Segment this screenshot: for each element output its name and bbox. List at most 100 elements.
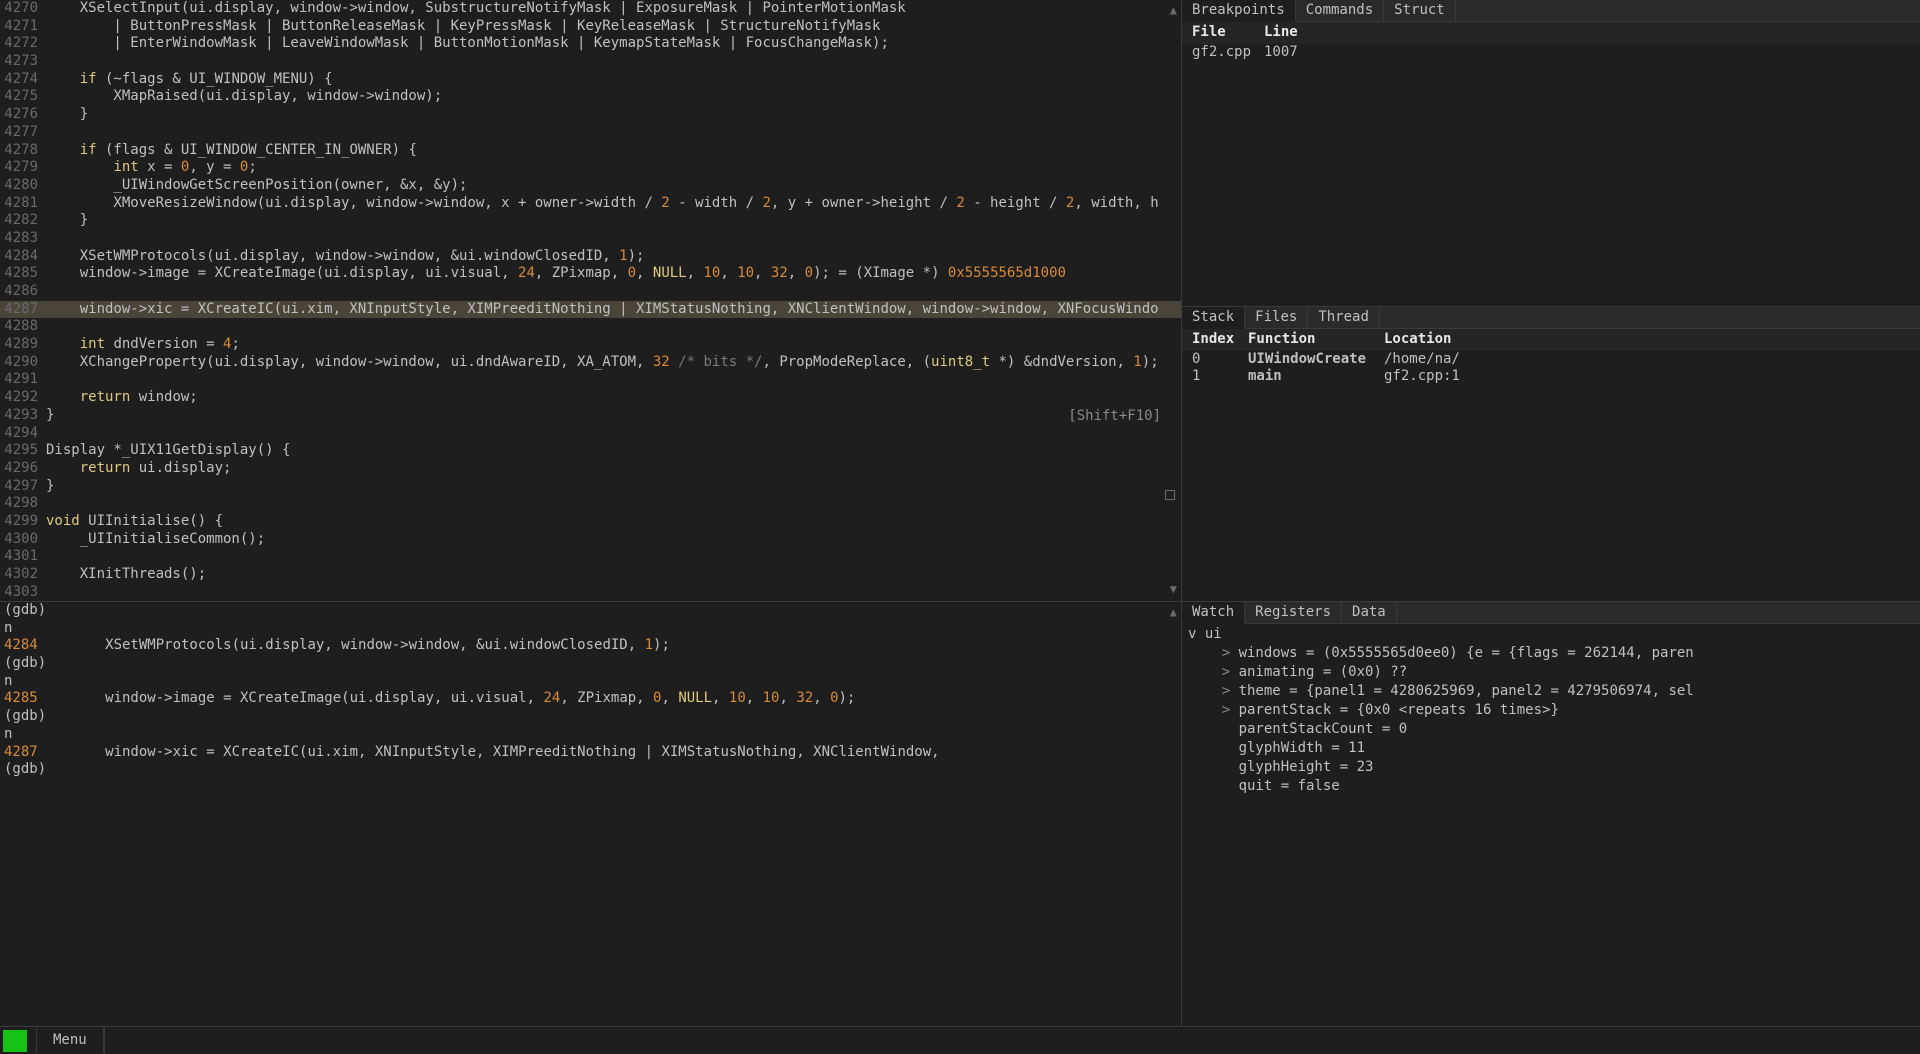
line-number: 4299: [0, 513, 46, 531]
source-line[interactable]: 4291: [0, 371, 1181, 389]
watch-item[interactable]: parentStackCount = 0: [1188, 721, 1914, 740]
line-code: if (flags & UI_WINDOW_CENTER_IN_OWNER) {: [46, 142, 1181, 160]
source-line[interactable]: 4281 XMoveResizeWindow(ui.display, windo…: [0, 195, 1181, 213]
line-code: int dndVersion = 4;: [46, 336, 1181, 354]
watch-item[interactable]: > windows = (0x5555565d0ee0) {e = {flags…: [1188, 645, 1914, 664]
source-line[interactable]: 4284 XSetWMProtocols(ui.display, window-…: [0, 248, 1181, 266]
line-number: 4270: [0, 0, 46, 18]
source-line[interactable]: 4297}: [0, 478, 1181, 496]
line-code: XMoveResizeWindow(ui.display, window->wi…: [46, 195, 1181, 213]
console-scroll-up-icon[interactable]: ▲: [1170, 604, 1177, 622]
source-line[interactable]: 4275 XMapRaised(ui.display, window->wind…: [0, 88, 1181, 106]
source-line[interactable]: 4301: [0, 548, 1181, 566]
scroll-down-icon[interactable]: ▼: [1170, 581, 1177, 599]
source-line[interactable]: 4302 XInitThreads();: [0, 566, 1181, 584]
watch-item[interactable]: quit = false: [1188, 778, 1914, 797]
source-line[interactable]: 4295Display *_UIX11GetDisplay() {: [0, 442, 1181, 460]
line-number: 4295: [0, 442, 46, 460]
command-input[interactable]: [104, 1027, 1920, 1054]
source-line[interactable]: 4276 }: [0, 106, 1181, 124]
expand-icon[interactable]: [1188, 759, 1239, 775]
line-code: XSelectInput(ui.display, window->window,…: [46, 0, 1181, 18]
source-line[interactable]: 4283: [0, 230, 1181, 248]
line-code: [46, 230, 1181, 248]
source-line[interactable]: 4293}: [0, 407, 1181, 425]
source-line[interactable]: 4287 window->xic = XCreateIC(ui.xim, XNI…: [0, 301, 1181, 319]
expand-icon[interactable]: [1188, 778, 1239, 794]
line-number: 4277: [0, 124, 46, 142]
line-code: [46, 124, 1181, 142]
tab-breakpoints[interactable]: Breakpoints: [1182, 0, 1296, 22]
stack-header: Index Function Location: [1182, 329, 1920, 351]
tab-watch[interactable]: Watch: [1182, 602, 1245, 624]
stack-tabs: Stack Files Thread: [1182, 307, 1920, 329]
source-line[interactable]: 4299void UIInitialise() {: [0, 513, 1181, 531]
source-line[interactable]: 4271 | ButtonPressMask | ButtonReleaseMa…: [0, 18, 1181, 36]
line-number: 4278: [0, 142, 46, 160]
source-line[interactable]: 4296 return ui.display;: [0, 460, 1181, 478]
tab-data[interactable]: Data: [1342, 602, 1397, 623]
source-line[interactable]: 4292 return window;: [0, 389, 1181, 407]
expand-icon[interactable]: [1188, 721, 1239, 737]
tab-registers[interactable]: Registers: [1245, 602, 1342, 623]
watch-tabs: Watch Registers Data: [1182, 602, 1920, 624]
source-line[interactable]: 4298: [0, 495, 1181, 513]
source-line[interactable]: 4300 _UIInitialiseCommon();: [0, 531, 1181, 549]
gdb-console-panel: ▲ (gdb)n4284 XSetWMProtocols(ui.display,…: [0, 602, 1182, 1026]
breakpoints-tabs: Breakpoints Commands Struct: [1182, 0, 1920, 22]
source-line[interactable]: 4285 window->image = XCreateImage(ui.dis…: [0, 265, 1181, 283]
expand-icon[interactable]: >: [1188, 683, 1239, 699]
tab-stack[interactable]: Stack: [1182, 307, 1245, 329]
source-line[interactable]: 4273: [0, 53, 1181, 71]
expand-icon[interactable]: >: [1188, 702, 1239, 718]
source-line[interactable]: 4277: [0, 124, 1181, 142]
expand-icon[interactable]: >: [1188, 664, 1239, 680]
expand-icon[interactable]: [1188, 740, 1239, 756]
watch-item[interactable]: > parentStack = {0x0 <repeats 16 times>}: [1188, 702, 1914, 721]
line-code: [46, 548, 1181, 566]
scroll-up-icon[interactable]: ▲: [1170, 2, 1177, 20]
col-index: Index: [1192, 331, 1248, 349]
scrollbar-thumb[interactable]: [1165, 490, 1175, 500]
line-code: int x = 0, y = 0;: [46, 159, 1181, 177]
line-number: 4283: [0, 230, 46, 248]
watch-root[interactable]: v ui: [1188, 626, 1914, 645]
line-number: 4291: [0, 371, 46, 389]
source-line[interactable]: 4278 if (flags & UI_WINDOW_CENTER_IN_OWN…: [0, 142, 1181, 160]
source-line[interactable]: 4272 | EnterWindowMask | LeaveWindowMask…: [0, 35, 1181, 53]
tab-thread[interactable]: Thread: [1308, 307, 1380, 328]
tab-commands[interactable]: Commands: [1296, 0, 1384, 21]
source-line[interactable]: 4279 int x = 0, y = 0;: [0, 159, 1181, 177]
console-line: (gdb): [4, 602, 1177, 620]
source-line[interactable]: 4282 }: [0, 212, 1181, 230]
source-line[interactable]: 4274 if (~flags & UI_WINDOW_MENU) {: [0, 71, 1181, 89]
source-line[interactable]: 4288: [0, 318, 1181, 336]
line-code: _UIWindowGetScreenPosition(owner, &x, &y…: [46, 177, 1181, 195]
console-output[interactable]: (gdb)n4284 XSetWMProtocols(ui.display, w…: [0, 602, 1181, 779]
source-lines[interactable]: 4270 XSelectInput(ui.display, window->wi…: [0, 0, 1181, 602]
watch-item[interactable]: glyphHeight = 23: [1188, 759, 1914, 778]
line-number: 4292: [0, 389, 46, 407]
menu-button[interactable]: Menu: [36, 1028, 104, 1054]
expand-icon[interactable]: >: [1188, 645, 1239, 661]
watch-item[interactable]: > animating = (0x0) ??: [1188, 664, 1914, 683]
source-line[interactable]: 4294: [0, 425, 1181, 443]
stack-frame-row[interactable]: 1maingf2.cpp:1: [1182, 368, 1920, 386]
source-line[interactable]: 4289 int dndVersion = 4;: [0, 336, 1181, 354]
source-line[interactable]: 4270 XSelectInput(ui.display, window->wi…: [0, 0, 1181, 18]
source-line[interactable]: 4286: [0, 283, 1181, 301]
line-number: 4272: [0, 35, 46, 53]
source-line[interactable]: 4280 _UIWindowGetScreenPosition(owner, &…: [0, 177, 1181, 195]
breakpoint-row[interactable]: gf2.cpp 1007: [1182, 44, 1920, 62]
stack-frame-row[interactable]: 0UIWindowCreate/home/na/: [1182, 351, 1920, 369]
console-line: (gdb): [4, 761, 1177, 779]
watch-tree[interactable]: v ui > windows = (0x5555565d0ee0) {e = {…: [1182, 624, 1920, 799]
watch-item[interactable]: glyphWidth = 11: [1188, 740, 1914, 759]
tab-files[interactable]: Files: [1245, 307, 1308, 328]
watch-item[interactable]: > theme = {panel1 = 4280625969, panel2 =…: [1188, 683, 1914, 702]
line-number: 4281: [0, 195, 46, 213]
source-line[interactable]: 4290 XChangeProperty(ui.display, window-…: [0, 354, 1181, 372]
tab-struct[interactable]: Struct: [1384, 0, 1456, 21]
source-line[interactable]: 4303: [0, 584, 1181, 602]
breakpoints-panel: Breakpoints Commands Struct File Line gf…: [1182, 0, 1920, 306]
